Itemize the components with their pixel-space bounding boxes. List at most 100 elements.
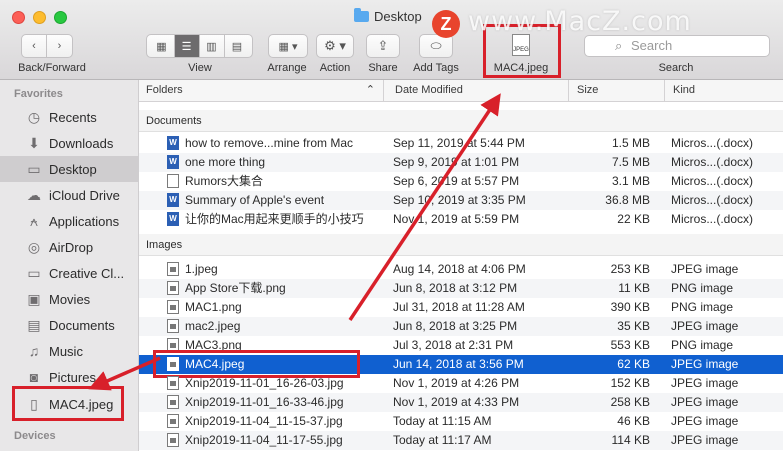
file-list: Folders ⌃ Date Modified Size Kind Docume… (139, 80, 783, 451)
clock-icon: ◷ (27, 108, 41, 125)
file-kind: Micros...(.docx) (671, 136, 754, 150)
file-kind: JPEG image (671, 433, 739, 447)
file-date: Today at 11:17 AM (393, 433, 492, 447)
file-kind: JPEG image (671, 319, 739, 333)
arrange-button[interactable]: ▦ ▾ (268, 34, 308, 58)
file-size: 3.1 MB (611, 174, 650, 188)
column-header-label: Kind (673, 84, 696, 96)
file-date: Nov 1, 2019 at 4:26 PM (393, 376, 520, 390)
table-row[interactable]: App Store下载.png Jun 8, 2018 at 3:12 PM 1… (139, 279, 783, 298)
file-name: MAC1.png (185, 300, 242, 314)
file-kind: PNG image (671, 300, 734, 314)
table-row[interactable]: Xnip2019-11-04_11-17-55.jpg Today at 11:… (139, 431, 783, 450)
search-placeholder: Search (631, 38, 673, 53)
list-view-button[interactable]: ☰ (174, 35, 200, 57)
file-kind: Micros...(.docx) (671, 212, 754, 226)
file-kind: JPEG image (671, 395, 739, 409)
arrange-icon: ▦ ▾ (278, 40, 298, 53)
back-button[interactable]: ‹ (22, 35, 47, 57)
sidebar-item-label: iCloud Drive (49, 187, 120, 203)
gallery-view-button[interactable]: ▤ (225, 35, 250, 57)
column-header-date[interactable]: Date Modified (384, 80, 569, 102)
sidebar-item-label: Movies (49, 291, 91, 307)
gear-icon: ⚙ ▾ (324, 38, 346, 53)
file-kind: PNG image (671, 281, 734, 295)
minimize-window-button[interactable] (33, 11, 46, 24)
sidebar-item-icloud-drive[interactable]: ☁ iCloud Drive (0, 182, 139, 208)
file-kind: PNG image (671, 338, 734, 352)
camera-icon: ◙ (29, 369, 39, 385)
table-row[interactable]: W Summary of Apple's event Sep 10, 2019 … (139, 191, 783, 210)
file-size: 553 KB (610, 338, 650, 352)
sidebar-item-label: Recents (49, 109, 97, 125)
sidebar-item-recents[interactable]: ◷ Recents (0, 104, 139, 130)
watermark-text: www.MacZ.com (468, 6, 692, 37)
file-name: Xnip2019-11-01_16-33-46.jpg (185, 395, 344, 409)
sidebar-item-airdrop[interactable]: ◎ AirDrop (0, 234, 139, 260)
column-header-name[interactable]: Folders ⌃ (139, 80, 384, 102)
toolbar: Desktop ‹ › Back/Forward ▦ ☰ ▥ ▤ View ▦ … (0, 0, 783, 80)
sidebar-item-movies[interactable]: ▣ Movies (0, 286, 139, 312)
file-name: Xnip2019-11-04_11-17-55.jpg (185, 433, 343, 447)
window-title: Desktop (354, 8, 422, 24)
table-row[interactable]: mac2.jpeg Jun 8, 2018 at 3:25 PM 35 KB J… (139, 317, 783, 336)
finder-window: Desktop ‹ › Back/Forward ▦ ☰ ▥ ▤ View ▦ … (0, 0, 783, 451)
document-icon (167, 174, 179, 188)
column-view-button[interactable]: ▥ (200, 35, 225, 57)
icon-view-button[interactable]: ▦ (150, 35, 175, 57)
search-icon: ⌕ (615, 38, 623, 53)
action-button[interactable]: ⚙ ▾ (316, 34, 354, 58)
maximize-window-button[interactable] (54, 11, 67, 24)
column-header-size[interactable]: Size (569, 80, 665, 102)
sidebar-item-downloads[interactable]: ⬇ Downloads (0, 130, 139, 156)
table-row[interactable]: W 让你的Mac用起来更顺手的小技巧 Nov 1, 2019 at 5:59 P… (139, 210, 783, 229)
folder-icon: ▭ (27, 264, 41, 281)
table-row[interactable]: Xnip2019-11-04_11-15-37.jpg Today at 11:… (139, 412, 783, 431)
file-date: Jun 8, 2018 at 3:12 PM (393, 281, 518, 295)
cloud-icon: ☁ (27, 186, 41, 203)
sidebar-item-label: Applications (49, 213, 120, 229)
file-date: Sep 10, 2019 at 3:35 PM (393, 193, 526, 207)
sidebar-item-applications[interactable]: ⍲ Applications (0, 208, 139, 234)
file-date: Aug 14, 2018 at 4:06 PM (393, 262, 526, 276)
forward-button[interactable]: › (47, 35, 72, 57)
sidebar-item-documents[interactable]: ▤ Documents (0, 312, 139, 338)
tag-icon: ⬭ (430, 38, 442, 53)
file-size: 35 KB (617, 319, 650, 333)
search-input[interactable]: ⌕ Search (584, 35, 770, 57)
sidebar-item-label: AirDrop (49, 239, 94, 255)
music-icon: ♫ (28, 343, 40, 359)
file-name: Xnip2019-11-01_16-26-03.jpg (185, 376, 344, 390)
search-label: Search (658, 62, 694, 74)
table-row[interactable]: Xnip2019-11-01_16-33-46.jpg Nov 1, 2019 … (139, 393, 783, 412)
table-row[interactable]: W one more thing Sep 9, 2019 at 1:01 PM … (139, 153, 783, 172)
table-row[interactable]: MAC1.png Jul 31, 2018 at 11:28 AM 390 KB… (139, 298, 783, 317)
file-date: Today at 11:15 AM (393, 414, 492, 428)
file-date: Jun 8, 2018 at 3:25 PM (393, 319, 518, 333)
word-document-icon: W (167, 136, 179, 150)
file-kind: JPEG image (671, 376, 739, 390)
image-file-icon (167, 281, 179, 295)
file-date: Sep 6, 2019 at 5:57 PM (393, 174, 520, 188)
list-icon: ☰ (181, 40, 192, 53)
action-label: Action (319, 62, 351, 74)
table-row[interactable]: W how to remove...mine from Mac Sep 11, … (139, 134, 783, 153)
table-row[interactable]: Rumors大集合 Sep 6, 2019 at 5:57 PM 3.1 MB … (139, 172, 783, 191)
close-window-button[interactable] (12, 11, 25, 24)
column-header-kind[interactable]: Kind (665, 80, 783, 102)
table-row[interactable]: 1.jpeg Aug 14, 2018 at 4:06 PM 253 KB JP… (139, 260, 783, 279)
chevron-right-icon: › (57, 40, 62, 52)
file-name: Summary of Apple's event (185, 193, 325, 207)
sidebar-item-desktop[interactable]: ▭ Desktop (0, 156, 139, 182)
table-row[interactable]: Xnip2019-11-01_16-26-03.jpg Nov 1, 2019 … (139, 374, 783, 393)
sidebar-item-music[interactable]: ♫ Music (0, 338, 139, 364)
column-header-label: Date Modified (395, 84, 463, 96)
word-document-icon: W (167, 212, 179, 226)
image-file-icon (167, 414, 179, 428)
group-header-images: Images (139, 234, 783, 256)
share-button[interactable]: ⇪ (366, 34, 400, 58)
sidebar-heading-favorites: Favorites (14, 88, 63, 100)
file-size: 114 KB (611, 433, 650, 447)
sidebar-item-creative-cloud[interactable]: ▭ Creative Cl... (0, 260, 139, 286)
gallery-icon: ▤ (231, 40, 243, 53)
